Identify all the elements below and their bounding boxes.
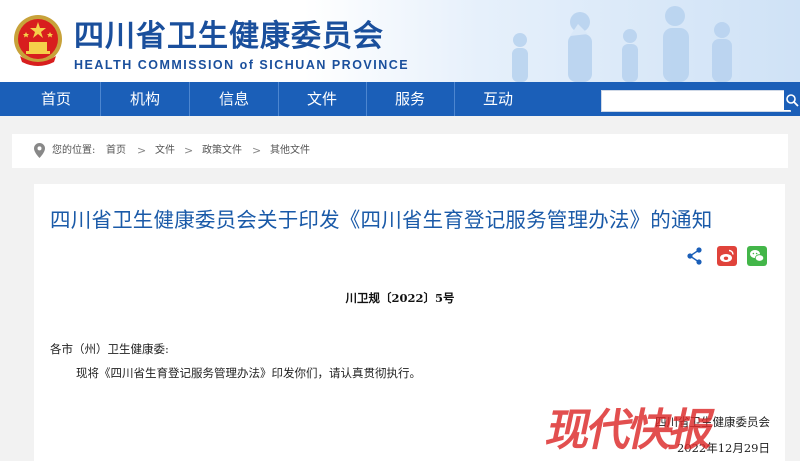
nav-item-home[interactable]: 首页 xyxy=(12,82,100,116)
site-header: 四川省卫生健康委员会 HEALTH COMMISSION of SICHUAN … xyxy=(0,0,800,82)
family-silhouette-decoration xyxy=(512,6,732,82)
chevron-right-icon: > xyxy=(137,144,147,157)
nav-item-interaction[interactable]: 互动 xyxy=(454,82,542,116)
nav-item-organization[interactable]: 机构 xyxy=(101,82,189,116)
national-emblem-logo xyxy=(14,15,62,66)
share-icon[interactable] xyxy=(686,246,704,266)
breadcrumb-item-other-documents[interactable]: 其他文件 xyxy=(270,134,310,168)
nav-item-services[interactable]: 服务 xyxy=(366,82,454,116)
article-body: 现将《四川省生育登记服务管理办法》印发你们，请认真贯彻执行。 xyxy=(76,366,421,380)
breadcrumb: 您的位置: 首页 > 文件 > 政策文件 > 其他文件 xyxy=(12,134,788,168)
chevron-right-icon: > xyxy=(252,144,262,157)
location-pin-icon xyxy=(34,143,45,158)
watermark: 现代快报 xyxy=(541,405,717,456)
article-title: 四川省卫生健康委员会关于印发《四川省生育登记服务管理办法》的通知 xyxy=(50,208,713,232)
breadcrumb-item-policy-documents[interactable]: 政策文件 xyxy=(202,134,242,168)
nav-item-information[interactable]: 信息 xyxy=(190,82,278,116)
wechat-icon[interactable] xyxy=(747,246,767,266)
chevron-right-icon: > xyxy=(184,144,194,157)
breadcrumb-item-home[interactable]: 首页 xyxy=(106,134,126,168)
search-icon xyxy=(786,94,799,107)
search-button[interactable] xyxy=(784,90,800,110)
weibo-icon[interactable] xyxy=(717,246,737,266)
site-name: 四川省卫生健康委员会 xyxy=(74,19,384,54)
document-number: 川卫规〔2022〕5号 xyxy=(345,291,455,305)
site-name-english: HEALTH COMMISSION of SICHUAN PROVINCE xyxy=(74,58,410,72)
breadcrumb-item-documents[interactable]: 文件 xyxy=(155,134,175,168)
nav-item-documents[interactable]: 文件 xyxy=(278,82,366,116)
salutation: 各市（州）卫生健康委: xyxy=(50,342,169,356)
breadcrumb-prefix: 您的位置: xyxy=(52,145,96,156)
search-input[interactable] xyxy=(601,90,791,112)
